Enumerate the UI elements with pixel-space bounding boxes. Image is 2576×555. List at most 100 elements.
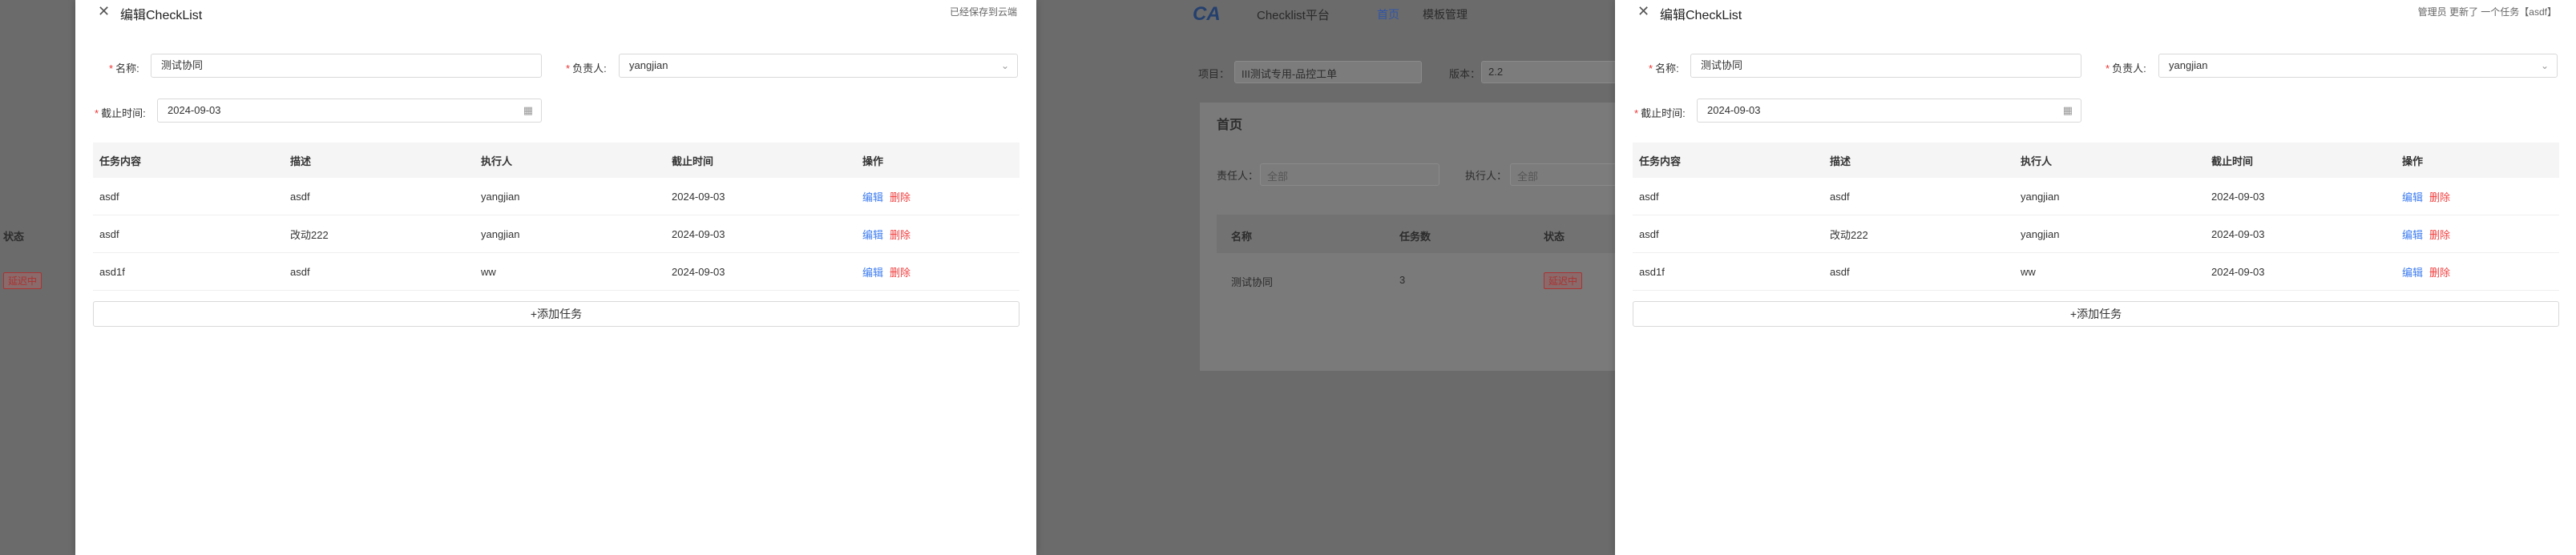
task-table: 任务内容 描述 执行人 截止时间 操作 asdf asdf yangjian 2… xyxy=(1633,143,2559,291)
close-icon[interactable]: ✕ xyxy=(98,3,110,19)
nav-home[interactable]: 首页 xyxy=(1377,6,1399,22)
name-input-value: 测试协同 xyxy=(161,59,204,71)
owner-field-label: * 负责人: xyxy=(566,62,607,74)
deadline-label-text: 截止时间: xyxy=(101,107,146,119)
bg-row-count: 3 xyxy=(1399,274,1406,286)
name-input-value: 测试协同 xyxy=(1701,59,1743,71)
name-field-label: * 名称: xyxy=(109,62,139,74)
bg-owner-select[interactable]: 全部 xyxy=(1260,163,1439,186)
owner-select[interactable]: yangjian ⌄ xyxy=(619,54,1018,78)
drawer-header: ✕ 编辑CheckList 管理员 更新了 一个任务【asdf】 xyxy=(1615,0,2576,22)
cell-description: 改动222 xyxy=(284,215,474,253)
edit-link[interactable]: 编辑 xyxy=(862,229,883,241)
bg-project-value: III测试专用-品控工单 xyxy=(1242,68,1338,80)
task-table-header: 任务内容 描述 执行人 截止时间 操作 xyxy=(93,143,1019,178)
cell-description: asdf xyxy=(284,252,474,291)
cell-content: asdf xyxy=(1633,178,1823,215)
bg-version-value: 2.2 xyxy=(1488,66,1504,78)
add-task-button[interactable]: +添加任务 xyxy=(93,301,1019,327)
drawer-title: 编辑CheckList xyxy=(120,9,203,22)
name-input[interactable]: 测试协同 xyxy=(151,54,542,78)
bg-executor-select[interactable]: 全部 xyxy=(1510,163,1619,186)
deadline-value: 2024-09-03 xyxy=(1707,104,1761,116)
cell-actions: 编辑 删除 xyxy=(856,215,1019,253)
owner-label-text: 负责人: xyxy=(2112,62,2146,74)
edit-checklist-drawer-2: ✕ 编辑CheckList 管理员 更新了 一个任务【asdf】 * 名称: 测试… xyxy=(1615,0,2576,555)
delete-link[interactable]: 删除 xyxy=(2429,229,2450,241)
chevron-down-icon: ⌄ xyxy=(2540,60,2549,71)
cell-executor: yangjian xyxy=(2014,178,2205,215)
col-actions: 操作 xyxy=(2396,143,2559,178)
delete-link[interactable]: 删除 xyxy=(2429,267,2450,279)
cell-deadline: 2024-09-03 xyxy=(2205,178,2396,215)
deadline-date-picker[interactable]: 2024-09-03 ▦ xyxy=(1697,99,2081,123)
bg-left-status-header: 状态 xyxy=(3,231,25,243)
cell-description: asdf xyxy=(284,178,474,215)
cell-actions: 编辑 删除 xyxy=(2396,178,2559,215)
deadline-value: 2024-09-03 xyxy=(168,104,221,116)
bg-row-status-tag: 延迟中 xyxy=(1544,272,1583,289)
edit-link[interactable]: 编辑 xyxy=(2402,267,2423,279)
delete-link[interactable]: 删除 xyxy=(890,229,910,241)
bg-executor-placeholder: 全部 xyxy=(1517,171,1539,183)
edit-link[interactable]: 编辑 xyxy=(2402,191,2423,203)
delete-link[interactable]: 删除 xyxy=(890,267,910,279)
owner-field-label: * 负责人: xyxy=(2106,62,2146,74)
edit-link[interactable]: 编辑 xyxy=(2402,229,2423,241)
deadline-field-label: * 截止时间: xyxy=(1634,107,1686,119)
cell-actions: 编辑 删除 xyxy=(2396,252,2559,291)
table-row: asd1f asdf ww 2024-09-03 编辑 删除 xyxy=(93,252,1019,291)
col-task-content: 任务内容 xyxy=(93,143,284,178)
cell-content: asd1f xyxy=(1633,252,1823,291)
bg-col-count: 任务数 xyxy=(1399,231,1431,243)
owner-select-value: yangjian xyxy=(629,59,668,71)
cell-content: asdf xyxy=(93,215,284,253)
bg-project-label: 项目： xyxy=(1198,68,1230,80)
bg-project-select[interactable]: III测试专用-品控工单 xyxy=(1234,61,1422,83)
cell-description: asdf xyxy=(1823,252,2014,291)
deadline-date-picker[interactable]: 2024-09-03 ▦ xyxy=(157,99,542,123)
owner-select[interactable]: yangjian ⌄ xyxy=(2158,54,2558,78)
cell-executor: ww xyxy=(474,252,665,291)
col-description: 描述 xyxy=(284,143,474,178)
app-title: Checklist平台 xyxy=(1257,9,1330,22)
bg-version-select[interactable]: 2.2 xyxy=(1481,61,1619,83)
name-field-label: * 名称: xyxy=(1649,62,1679,74)
bg-executor-label: 执行人： xyxy=(1465,170,1508,182)
col-task-content: 任务内容 xyxy=(1633,143,1823,178)
name-input[interactable]: 测试协同 xyxy=(1690,54,2081,78)
bg-left-status-tag: 延迟中 xyxy=(3,272,42,289)
bg-version-label: 版本： xyxy=(1449,68,1481,80)
table-row: asd1f asdf ww 2024-09-03 编辑 删除 xyxy=(1633,252,2559,291)
name-label-text: 名称: xyxy=(1655,62,1679,74)
col-executor: 执行人 xyxy=(2014,143,2205,178)
cell-description: asdf xyxy=(1823,178,2014,215)
nav-templates[interactable]: 模板管理 xyxy=(1423,6,1468,22)
col-deadline: 截止时间 xyxy=(665,143,856,178)
add-task-button[interactable]: +添加任务 xyxy=(1633,301,2559,327)
bg-row-name[interactable]: 测试协同 xyxy=(1231,274,1273,289)
col-executor: 执行人 xyxy=(474,143,665,178)
col-deadline: 截止时间 xyxy=(2205,143,2396,178)
edit-link[interactable]: 编辑 xyxy=(862,267,883,279)
cell-deadline: 2024-09-03 xyxy=(2205,252,2396,291)
col-actions: 操作 xyxy=(856,143,1019,178)
task-table-header: 任务内容 描述 执行人 截止时间 操作 xyxy=(1633,143,2559,178)
delete-link[interactable]: 删除 xyxy=(2429,191,2450,203)
close-icon[interactable]: ✕ xyxy=(1637,3,1649,19)
bg-owner-placeholder: 全部 xyxy=(1267,171,1289,183)
table-row: asdf 改动222 yangjian 2024-09-03 编辑 删除 xyxy=(1633,215,2559,253)
deadline-field-label: * 截止时间: xyxy=(95,107,146,119)
task-table: 任务内容 描述 执行人 截止时间 操作 asdf asdf yangjian 2… xyxy=(93,143,1019,291)
deadline-label-text: 截止时间: xyxy=(1641,107,1686,119)
cell-executor: yangjian xyxy=(474,215,665,253)
edit-link[interactable]: 编辑 xyxy=(862,191,883,203)
bg-owner-label: 责任人： xyxy=(1217,170,1259,182)
cell-actions: 编辑 删除 xyxy=(856,178,1019,215)
delete-link[interactable]: 删除 xyxy=(890,191,910,203)
cell-executor: yangjian xyxy=(474,178,665,215)
cell-content: asdf xyxy=(93,178,284,215)
save-status-text: 已经保存到云端 xyxy=(949,6,1017,18)
drawer-title: 编辑CheckList xyxy=(1660,9,1742,22)
calendar-icon: ▦ xyxy=(2062,104,2073,116)
